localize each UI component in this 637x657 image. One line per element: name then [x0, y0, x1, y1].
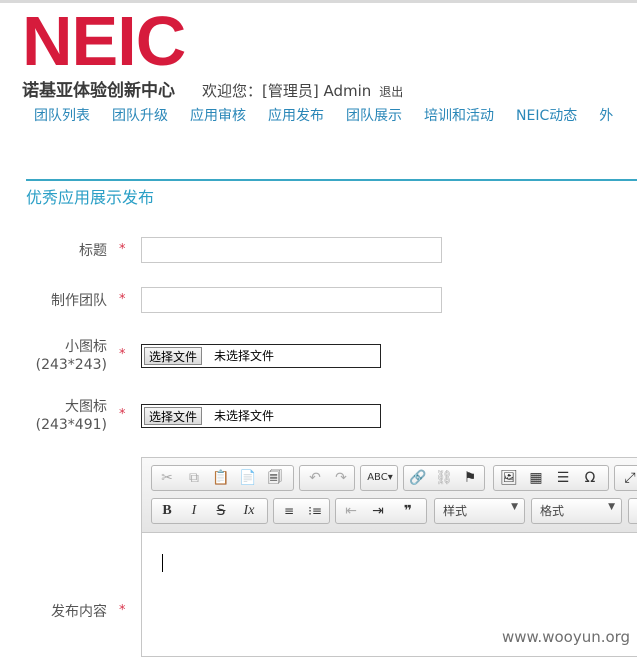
large-icon-choose-file-button[interactable]: 选择文件	[144, 407, 203, 425]
table-icon[interactable]: ▦	[524, 469, 548, 487]
watermark: www.wooyun.org	[502, 628, 631, 646]
special-char-icon[interactable]: Ω	[578, 469, 602, 487]
section-divider	[26, 179, 637, 181]
chevron-down-icon: ▼	[608, 502, 615, 512]
small-icon-label: 小图标 (243*243)	[25, 338, 107, 374]
content-label: 发布内容	[51, 604, 107, 620]
logout-link[interactable]: 退出	[379, 85, 403, 99]
main-nav: 团队列表 团队升级 应用审核 应用发布 团队展示 培训和活动 NEIC动态 外	[34, 105, 635, 125]
team-label: 制作团队	[51, 293, 107, 309]
title-input[interactable]	[141, 237, 442, 263]
logo-text: NEIC	[22, 2, 186, 80]
large-icon-file-status: 未选择文件	[214, 409, 275, 423]
required-mark: *	[119, 603, 126, 618]
strike-icon[interactable]: S	[209, 502, 233, 520]
team-input[interactable]	[141, 287, 442, 313]
required-mark: *	[119, 292, 126, 307]
bulleted-list-icon[interactable]: ⁝≡	[303, 502, 327, 520]
small-icon-label-text: 小图标	[65, 339, 107, 355]
logo-subtitle: 诺基亚体验创新中心	[22, 81, 175, 101]
numbered-list-icon[interactable]: ≡	[277, 502, 301, 520]
nav-training-events[interactable]: 培训和活动	[424, 108, 494, 124]
spellcheck-icon[interactable]: ABC▾	[363, 469, 397, 487]
copy-icon[interactable]: ⧉	[182, 469, 206, 487]
nav-team-upgrade[interactable]: 团队升级	[112, 108, 168, 124]
paste-text-icon[interactable]: 📄	[236, 469, 260, 487]
editor-toolbar: ✂ ⧉ 📋 📄 🗐 ↶ ↷ ABC▾ 🔗 ⛓ ⚑ 🖼 ▦ ☰ Ω ⤢ B I S…	[142, 458, 637, 533]
maximize-icon[interactable]: ⤢	[618, 469, 637, 487]
text-caret	[162, 554, 163, 572]
remove-format-icon[interactable]: Ix	[237, 502, 261, 520]
unlink-icon[interactable]: ⛓	[432, 469, 456, 487]
style-dropdown-label: 样式	[443, 504, 468, 518]
outdent-icon[interactable]: ⇤	[339, 502, 363, 520]
large-icon-label: 大图标 (243*491)	[25, 398, 107, 434]
basic-style-group: B I S Ix	[151, 498, 268, 524]
nav-team-list[interactable]: 团队列表	[34, 108, 90, 124]
nav-neic-news[interactable]: NEIC动态	[516, 108, 577, 124]
small-icon-size: (243*243)	[35, 357, 107, 373]
small-icon-file-status: 未选择文件	[214, 349, 275, 363]
italic-icon[interactable]: I	[182, 502, 206, 520]
nav-more[interactable]: 外	[599, 108, 613, 124]
link-icon[interactable]: 🔗	[406, 469, 430, 487]
chevron-down-icon: ▼	[511, 502, 518, 512]
list-group: ≡ ⁝≡	[273, 498, 330, 524]
image-icon[interactable]: 🖼	[497, 469, 521, 487]
required-mark: *	[119, 347, 126, 362]
font-dropdown[interactable]	[628, 498, 637, 524]
link-group: 🔗 ⛓ ⚑	[403, 465, 485, 491]
welcome-text: 欢迎您：[管理员] Admin	[202, 82, 372, 100]
redo-icon[interactable]: ↷	[329, 469, 353, 487]
nav-app-publish[interactable]: 应用发布	[268, 108, 324, 124]
small-icon-file-input: 选择文件 未选择文件	[141, 344, 381, 368]
rich-text-editor: ✂ ⧉ 📋 📄 🗐 ↶ ↷ ABC▾ 🔗 ⛓ ⚑ 🖼 ▦ ☰ Ω ⤢ B I S…	[141, 457, 637, 657]
large-icon-file-input: 选择文件 未选择文件	[141, 404, 381, 428]
format-dropdown[interactable]: 格式 ▼	[531, 498, 622, 524]
undo-icon[interactable]: ↶	[303, 469, 327, 487]
cut-icon[interactable]: ✂	[155, 469, 179, 487]
large-icon-label-text: 大图标	[65, 399, 107, 415]
paste-word-icon[interactable]: 🗐	[263, 469, 287, 487]
title-label: 标题	[79, 243, 107, 259]
spellcheck-group: ABC▾	[360, 465, 398, 491]
style-dropdown[interactable]: 样式 ▼	[434, 498, 525, 524]
large-icon-size: (243*491)	[35, 417, 107, 433]
paste-icon[interactable]: 📋	[209, 469, 233, 487]
format-dropdown-label: 格式	[540, 504, 565, 518]
nav-team-showcase[interactable]: 团队展示	[346, 108, 402, 124]
welcome-bar: 欢迎您：[管理员] Admin 退出	[202, 80, 403, 101]
indent-group: ⇤ ⇥ ❞	[335, 498, 427, 524]
blockquote-icon[interactable]: ❞	[396, 502, 420, 520]
horizontal-rule-icon[interactable]: ☰	[551, 469, 575, 487]
bold-icon[interactable]: B	[155, 502, 179, 520]
small-icon-choose-file-button[interactable]: 选择文件	[144, 347, 203, 365]
undo-redo-group: ↶ ↷	[299, 465, 355, 491]
spellcheck-label: ABC	[367, 472, 388, 483]
neic-logo: NEIC 诺基亚体验创新中心	[22, 2, 192, 101]
section-title: 优秀应用展示发布	[26, 188, 155, 207]
maximize-group: ⤢	[614, 465, 637, 491]
required-mark: *	[119, 407, 126, 422]
insert-group: 🖼 ▦ ☰ Ω	[493, 465, 609, 491]
indent-icon[interactable]: ⇥	[366, 502, 390, 520]
required-mark: *	[119, 242, 126, 257]
anchor-icon[interactable]: ⚑	[458, 469, 482, 487]
clipboard-group: ✂ ⧉ 📋 📄 🗐	[151, 465, 294, 491]
nav-app-review[interactable]: 应用审核	[190, 108, 246, 124]
